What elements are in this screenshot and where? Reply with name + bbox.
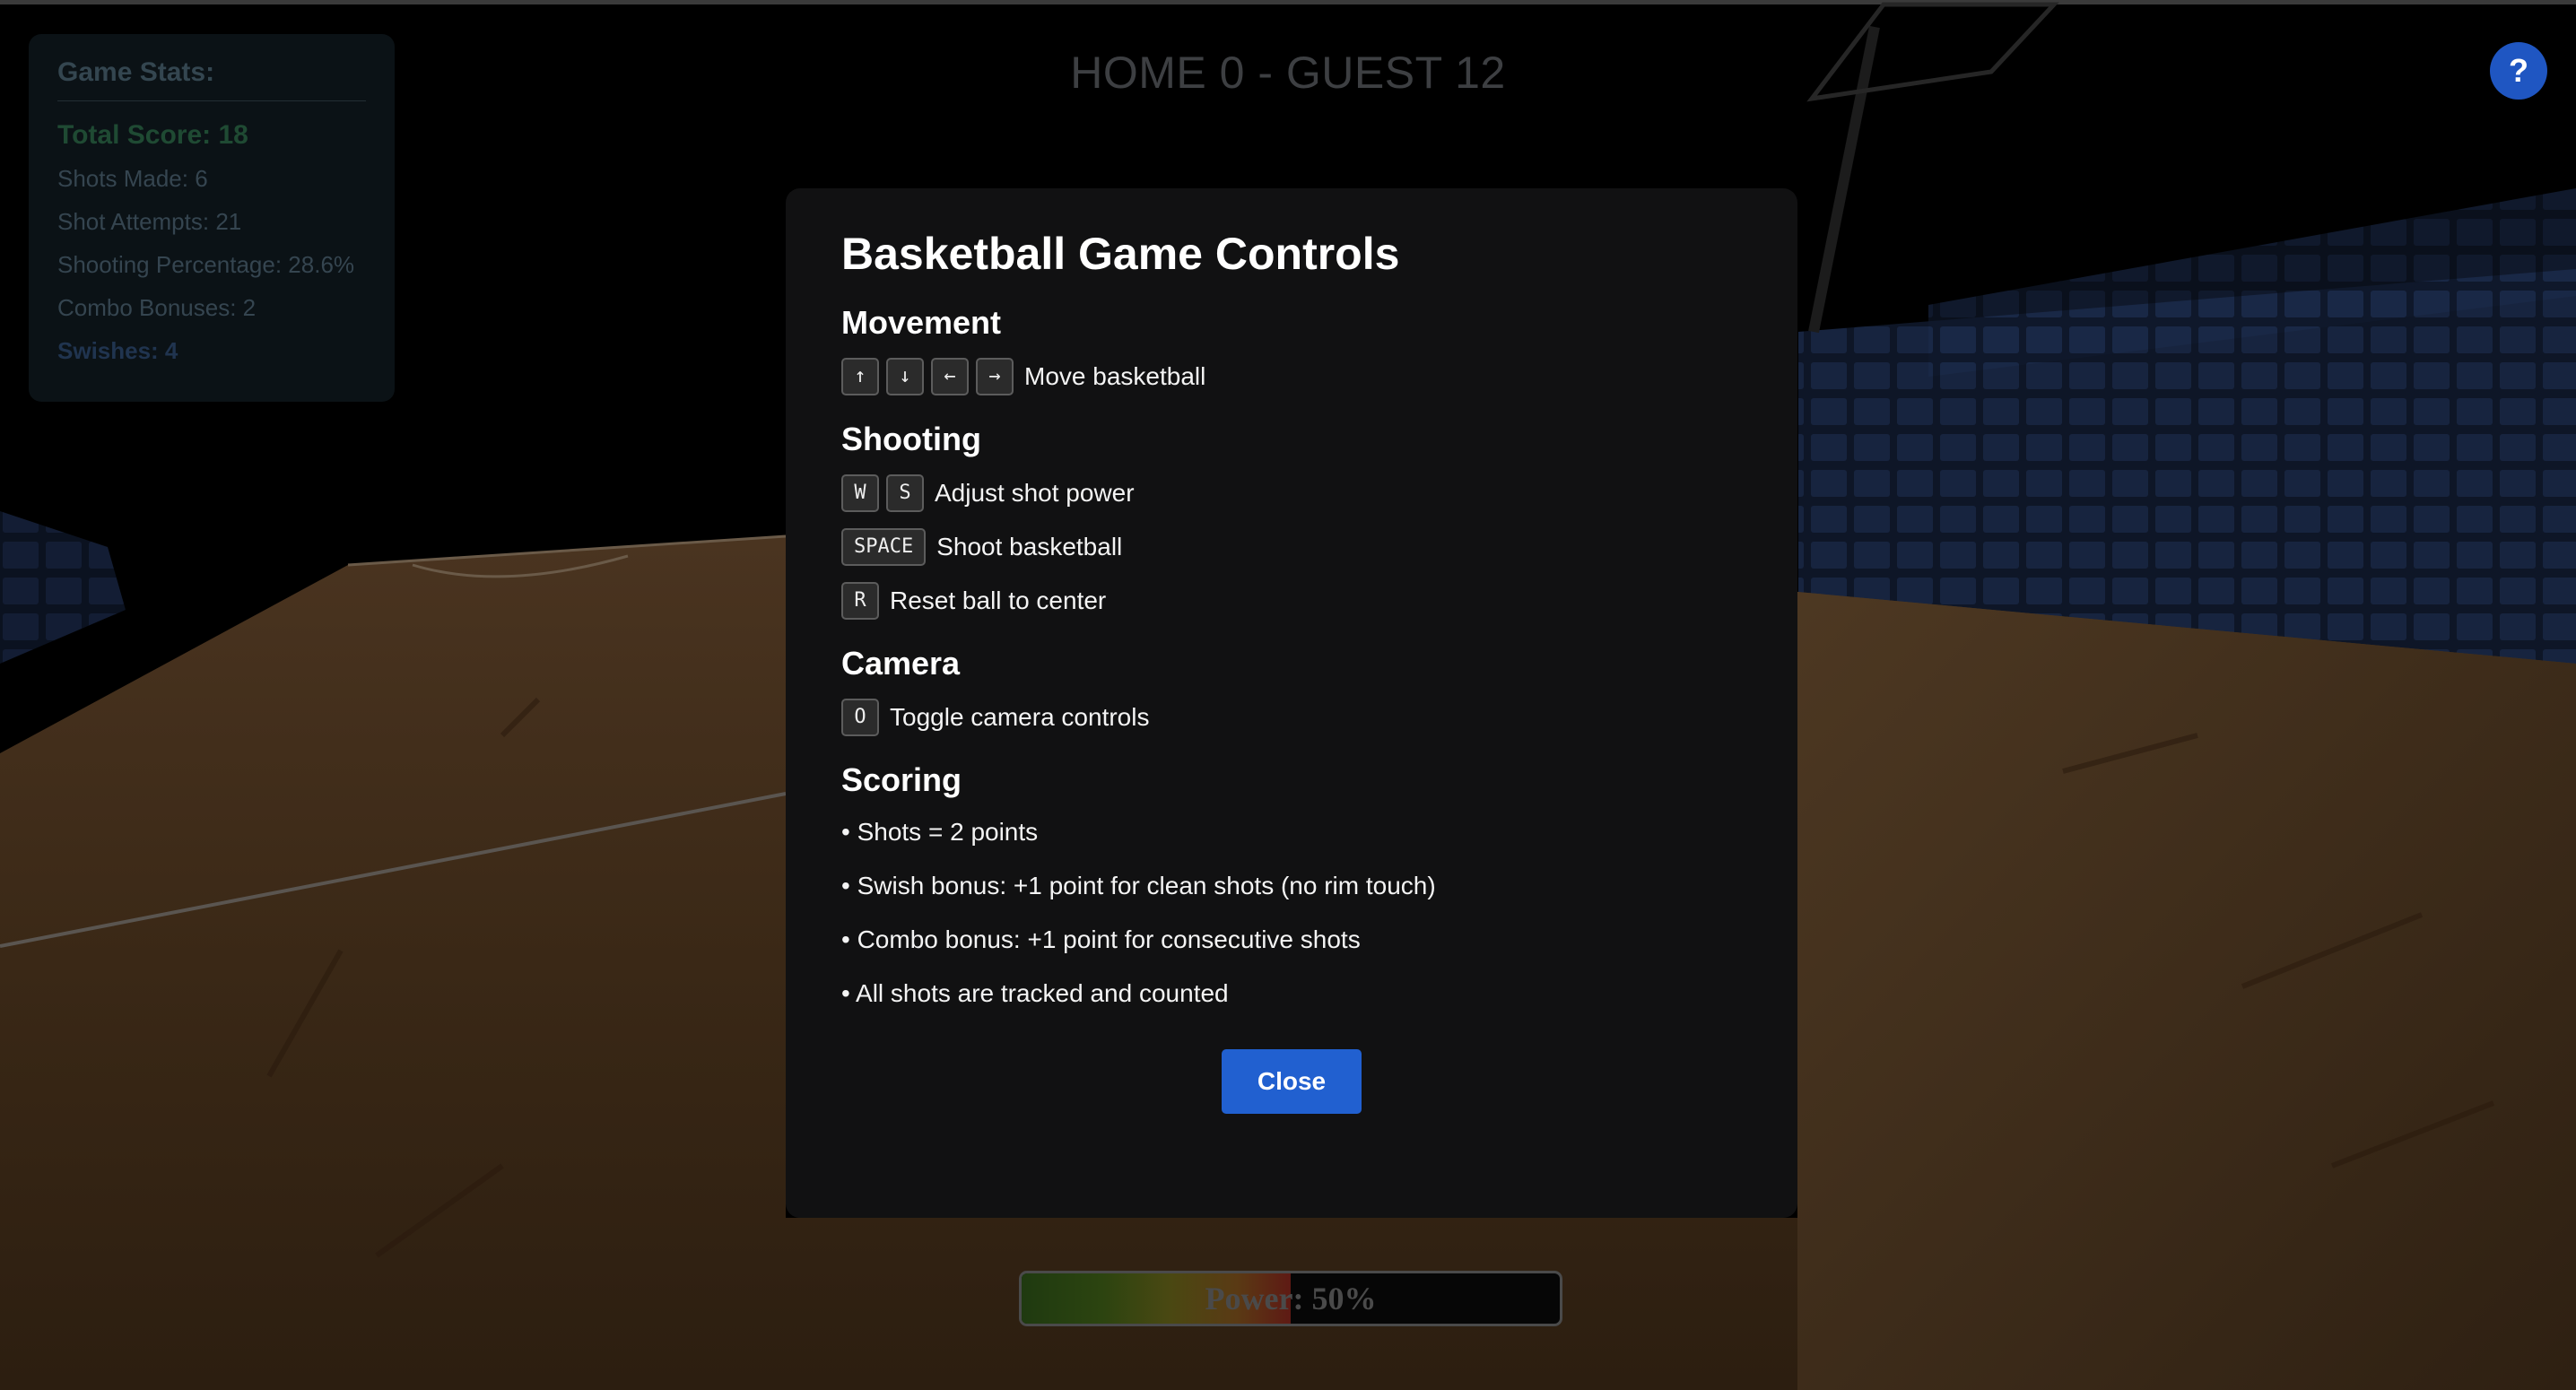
scoreboard: HOME 0 - GUEST 12 [1070, 48, 1506, 98]
reset-row: R Reset ball to center [841, 581, 1742, 621]
shooting-percentage: Shooting Percentage: 28.6% [57, 251, 355, 278]
scoring-bullet: • Shots = 2 points [841, 818, 1039, 846]
w-key: W [841, 474, 879, 512]
scoring-heading: Scoring [841, 761, 962, 798]
camera-row: O Toggle camera controls [841, 698, 1742, 737]
o-key: O [841, 699, 879, 736]
shots-made: Shots Made: 6 [57, 165, 208, 192]
movement-row: ↑ ↓ ← → Move basketball [841, 357, 1742, 396]
arrow-up-key: ↑ [841, 358, 879, 395]
close-button[interactable]: Close [1222, 1049, 1362, 1114]
shoot-desc: Shoot basketball [936, 533, 1123, 560]
close-wrap: Close [841, 1049, 1742, 1114]
shooting-heading: Shooting [841, 421, 981, 457]
swishes: Swishes: 4 [57, 337, 178, 364]
scoring-bullet: • All shots are tracked and counted [841, 979, 1229, 1007]
controls-modal: Basketball Game Controls Movement ↑ ↓ ← … [786, 188, 1797, 1218]
movement-heading: Movement [841, 304, 1002, 341]
movement-desc: Move basketball [1024, 362, 1206, 390]
r-key: R [841, 582, 879, 620]
camera-heading: Camera [841, 645, 961, 682]
arrow-down-key: ↓ [886, 358, 924, 395]
help-button[interactable]: ? [2490, 42, 2547, 100]
right-floor [1797, 592, 2576, 1390]
shoot-row: SPACE Shoot basketball [841, 527, 1742, 567]
scoring-bullet: • Combo bonus: +1 point for consecutive … [841, 925, 1361, 953]
camera-desc: Toggle camera controls [890, 703, 1150, 731]
space-key: SPACE [841, 528, 927, 566]
power-desc: Adjust shot power [935, 479, 1135, 507]
power-label: Power: 50% [1205, 1281, 1377, 1316]
modal-title: Basketball Game Controls [841, 229, 1400, 279]
arrow-right-key: → [976, 358, 1014, 395]
s-key: S [886, 474, 924, 512]
shot-attempts: Shot Attempts: 21 [57, 208, 242, 235]
reset-desc: Reset ball to center [890, 586, 1107, 614]
scoring-bullet: • Swish bonus: +1 point for clean shots … [841, 872, 1436, 899]
combo-bonuses: Combo Bonuses: 2 [57, 294, 257, 321]
power-meter: Power: 50% [1019, 1271, 1562, 1326]
total-score: Total Score: 18 [57, 120, 248, 150]
power-row: W S Adjust shot power [841, 473, 1742, 513]
arrow-left-key: ← [931, 358, 969, 395]
